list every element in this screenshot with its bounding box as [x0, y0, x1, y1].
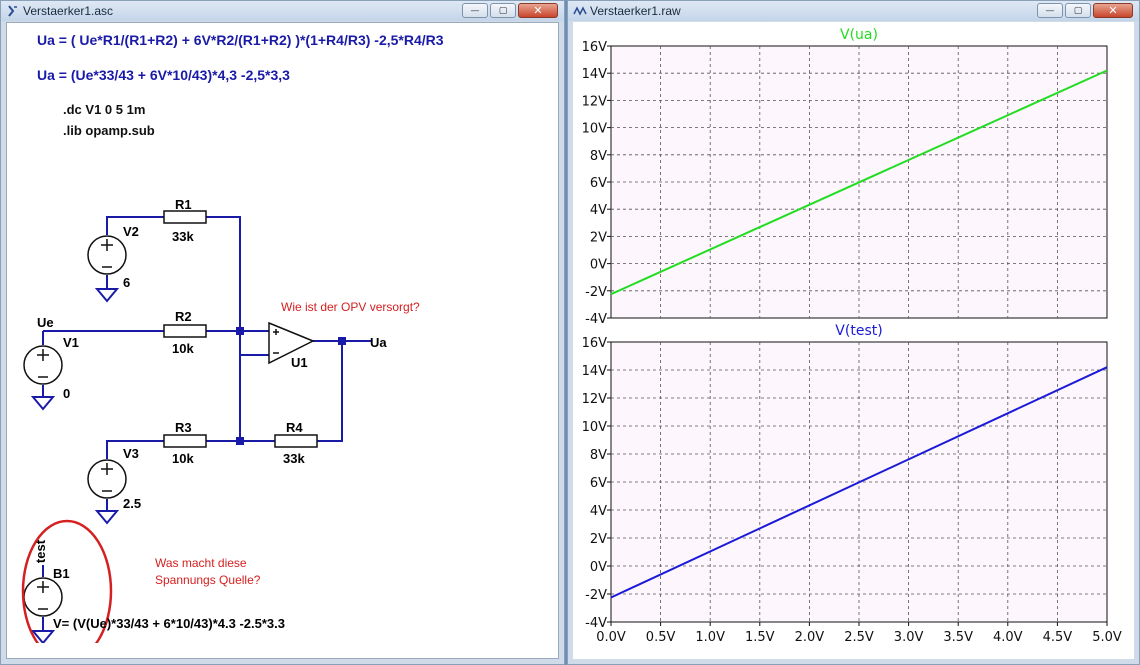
- y-tick-label: 2V: [590, 532, 607, 547]
- y-tick-label: -4V: [585, 312, 607, 327]
- annotation-source-question-line2: Spannungs Quelle?: [155, 573, 261, 587]
- x-tick-label: 1.0V: [695, 630, 725, 645]
- minimize-button[interactable]: —: [1037, 3, 1063, 18]
- v1-value: 0: [63, 386, 71, 401]
- ground-icon: [30, 396, 56, 411]
- net-label-ue: Ue: [37, 315, 54, 330]
- y-tick-label: 0V: [590, 258, 607, 273]
- waveform-plot-area[interactable]: 16V 14V 12V 10V 8V 6V 4V 2V 0V -2V -4V V(ua) 16V 14…: [573, 22, 1134, 659]
- waveform-window-title: Verstaerker1.raw: [590, 4, 681, 18]
- net-label-test: test: [33, 539, 49, 564]
- x-tick-label: 0.5V: [646, 630, 676, 645]
- x-tick-label: 4.5V: [1043, 630, 1073, 645]
- x-tick-label: 3.5V: [943, 630, 973, 645]
- x-tick-label: 1.5V: [745, 630, 775, 645]
- u1-name: U1: [291, 355, 308, 370]
- x-tick-label: 3.0V: [894, 630, 924, 645]
- r3-value: 10k: [172, 451, 194, 466]
- v2-name: V2: [123, 224, 139, 239]
- behavioral-source-b1-symbol[interactable]: [23, 577, 63, 617]
- close-button[interactable]: ✕: [1093, 3, 1133, 18]
- x-tick-label: 5.0V: [1092, 630, 1122, 645]
- waveform-plots[interactable]: 16V 14V 12V 10V 8V 6V 4V 2V 0V -2V -4V V(ua) 16V 14…: [573, 22, 1135, 660]
- y-tick-label: 14V: [582, 364, 608, 379]
- x-tick-label: 0.0V: [596, 630, 626, 645]
- voltage-source-v2-symbol[interactable]: [87, 235, 127, 275]
- plot-pane-bottom-title[interactable]: V(test): [835, 323, 882, 339]
- r1-value: 33k: [172, 229, 194, 244]
- y-tick-label: -2V: [585, 285, 607, 300]
- maximize-button[interactable]: ▢: [1065, 3, 1091, 18]
- resistor-r2-symbol[interactable]: [163, 324, 207, 338]
- v3-value: 2.5: [123, 496, 142, 511]
- r1-name: R1: [175, 197, 192, 212]
- r4-name: R4: [286, 420, 303, 435]
- ground-icon: [94, 510, 120, 525]
- resistor-r3-symbol[interactable]: [163, 434, 207, 448]
- y-tick-label: 4V: [590, 504, 607, 519]
- net-label-ua: Ua: [370, 335, 387, 350]
- resistor-r4-symbol[interactable]: [274, 434, 318, 448]
- voltage-source-v3-symbol[interactable]: [87, 459, 127, 499]
- y-tick-label: 10V: [582, 122, 608, 137]
- junction-node: [236, 437, 244, 445]
- r3-name: R3: [175, 420, 192, 435]
- y-tick-label: 6V: [590, 176, 607, 191]
- y-tick-label: 4V: [590, 203, 607, 218]
- junction-node: [338, 337, 346, 345]
- v2-value: 6: [123, 275, 131, 290]
- v3-name: V3: [123, 446, 139, 461]
- x-tick-label: 4.0V: [993, 630, 1023, 645]
- y-tick-label: 8V: [590, 149, 607, 164]
- maximize-button[interactable]: ▢: [490, 3, 516, 18]
- annotation-source-question-line1: Was macht diese: [155, 556, 247, 570]
- junction-node: [236, 327, 244, 335]
- y-tick-label: 16V: [582, 40, 608, 55]
- plot-pane-top-title[interactable]: V(ua): [840, 27, 878, 43]
- minimize-button[interactable]: —: [462, 3, 488, 18]
- y-tick-label: 0V: [590, 560, 607, 575]
- circuit-diagram[interactable]: [7, 23, 561, 643]
- y-tick-label: 8V: [590, 448, 607, 463]
- ltspice-app-icon: [8, 5, 17, 17]
- y-tick-label: -4V: [585, 616, 607, 631]
- r4-value: 33k: [283, 451, 305, 466]
- plot-pane-top[interactable]: 16V 14V 12V 10V 8V 6V 4V 2V 0V -2V -4V V(ua): [582, 27, 1108, 327]
- voltage-source-v1-symbol[interactable]: [23, 345, 63, 385]
- x-tick-label: 2.0V: [795, 630, 825, 645]
- b1-expression: V= (V(Ue)*33/43 + 6*10/43)*4.3 -2.5*3.3: [53, 616, 285, 631]
- waveform-app-icon: [573, 6, 587, 16]
- y-tick-label: 6V: [590, 476, 607, 491]
- y-tick-label: 16V: [582, 336, 608, 351]
- ground-icon: [94, 288, 120, 303]
- v1-name: V1: [63, 335, 79, 350]
- r2-value: 10k: [172, 341, 194, 356]
- y-tick-label: 12V: [582, 94, 608, 109]
- schematic-titlebar[interactable]: Verstaerker1.asc — ▢ ✕: [1, 1, 564, 21]
- r2-name: R2: [175, 309, 192, 324]
- y-tick-label: 10V: [582, 420, 608, 435]
- waveform-titlebar[interactable]: Verstaerker1.raw — ▢ ✕: [568, 1, 1139, 21]
- plot-pane-bottom[interactable]: 16V 14V 12V 10V 8V 6V 4V 2V 0V -2V -4V 0.0V 0.5V 1.0…: [582, 323, 1122, 645]
- waveform-window[interactable]: Verstaerker1.raw — ▢ ✕ 16V 14V 12V 10V 8V 6V 4…: [567, 0, 1140, 665]
- y-tick-label: 2V: [590, 230, 607, 245]
- x-tick-label: 2.5V: [844, 630, 874, 645]
- b1-name: B1: [53, 566, 70, 581]
- schematic-window[interactable]: Verstaerker1.asc — ▢ ✕ Ua = ( Ue*R1/(R1+…: [0, 0, 565, 665]
- resistor-r1-symbol[interactable]: [163, 210, 207, 224]
- y-tick-label: 14V: [582, 67, 608, 82]
- close-button[interactable]: ✕: [518, 3, 558, 18]
- schematic-canvas[interactable]: Ua = ( Ue*R1/(R1+R2) + 6V*R2/(R1+R2) )*(…: [6, 22, 559, 659]
- y-tick-label: -2V: [585, 588, 607, 603]
- schematic-window-title: Verstaerker1.asc: [23, 4, 114, 18]
- annotation-opv-question: Wie ist der OPV versorgt?: [281, 300, 420, 314]
- y-tick-label: 12V: [582, 392, 608, 407]
